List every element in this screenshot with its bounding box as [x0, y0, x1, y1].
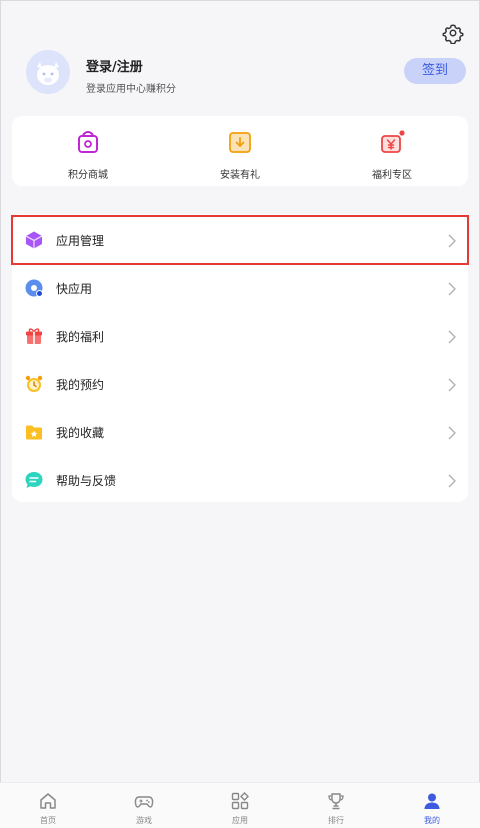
tab-apps[interactable]: 应用: [192, 789, 288, 827]
tab-label: 我的: [424, 816, 440, 825]
bottom-tab-bar: 首页 游戏 应用 排行 我的: [0, 782, 480, 828]
alarm-clock-icon: [24, 374, 44, 394]
tab-games[interactable]: 游戏: [96, 789, 192, 827]
login-title[interactable]: 登录/注册: [86, 56, 143, 75]
chevron-right-icon: [448, 377, 456, 392]
person-icon: [422, 791, 442, 811]
menu-item-label: 应用管理: [56, 234, 105, 248]
quick-action-label: 积分商城: [68, 170, 108, 181]
quick-actions-card: 积分商城 安装有礼 福利专区: [12, 116, 468, 186]
chevron-right-icon: [448, 473, 456, 488]
quick-app-icon: [24, 278, 44, 298]
menu-item-quick-app[interactable]: 快应用: [12, 264, 468, 312]
chevron-right-icon: [448, 233, 456, 248]
menu-item-label: 我的收藏: [56, 426, 105, 440]
chat-bubble-icon: [24, 470, 44, 490]
folder-star-icon: [24, 422, 44, 442]
menu-item-my-favorites[interactable]: 我的收藏: [12, 408, 468, 456]
profile-section: 登录/注册 登录应用中心赚积分 签到: [26, 50, 466, 100]
menu-item-label: 我的预约: [56, 378, 105, 392]
menu-item-label: 帮助与反馈: [56, 474, 117, 488]
quick-action-welfare-zone[interactable]: 福利专区: [316, 116, 468, 186]
home-icon: [38, 791, 58, 811]
quick-action-points-mall[interactable]: 积分商城: [12, 116, 164, 186]
tab-label: 游戏: [136, 816, 152, 825]
login-subtitle: 登录应用中心赚积分: [86, 84, 176, 95]
tab-label: 首页: [40, 816, 56, 825]
quick-action-install-gift[interactable]: 安装有礼: [164, 116, 316, 186]
quick-action-label: 福利专区: [372, 170, 412, 181]
quick-action-label: 安装有礼: [220, 170, 260, 181]
chevron-right-icon: [448, 281, 456, 296]
signin-button[interactable]: 签到: [404, 58, 466, 84]
menu-item-my-reservations[interactable]: 我的预约: [12, 360, 468, 408]
tab-label: 应用: [232, 816, 248, 825]
menu-item-label: 我的福利: [56, 330, 105, 344]
trophy-icon: [326, 791, 346, 811]
menu-list-card: 应用管理 快应用 我的福利 我的预约 我的收藏 帮助与反馈: [11, 214, 469, 504]
settings-gear-icon[interactable]: [442, 22, 464, 45]
menu-item-my-welfare[interactable]: 我的福利: [12, 312, 468, 360]
tab-label: 排行: [328, 816, 344, 825]
gift-box-icon: [226, 128, 254, 156]
shopping-bag-icon: [74, 128, 102, 156]
gamepad-icon: [134, 791, 154, 811]
apps-icon: [230, 791, 250, 811]
cube-icon: [24, 230, 44, 250]
menu-item-help-feedback[interactable]: 帮助与反馈: [12, 456, 468, 504]
menu-item-app-management[interactable]: 应用管理: [11, 215, 469, 265]
tab-mine[interactable]: 我的: [384, 789, 480, 827]
chevron-right-icon: [448, 329, 456, 344]
avatar[interactable]: [26, 50, 70, 94]
chevron-right-icon: [448, 425, 456, 440]
tab-home[interactable]: 首页: [0, 789, 96, 827]
yen-bag-icon: [378, 128, 406, 156]
gift-icon: [24, 326, 44, 346]
tab-ranking[interactable]: 排行: [288, 789, 384, 827]
menu-item-label: 快应用: [56, 282, 93, 296]
